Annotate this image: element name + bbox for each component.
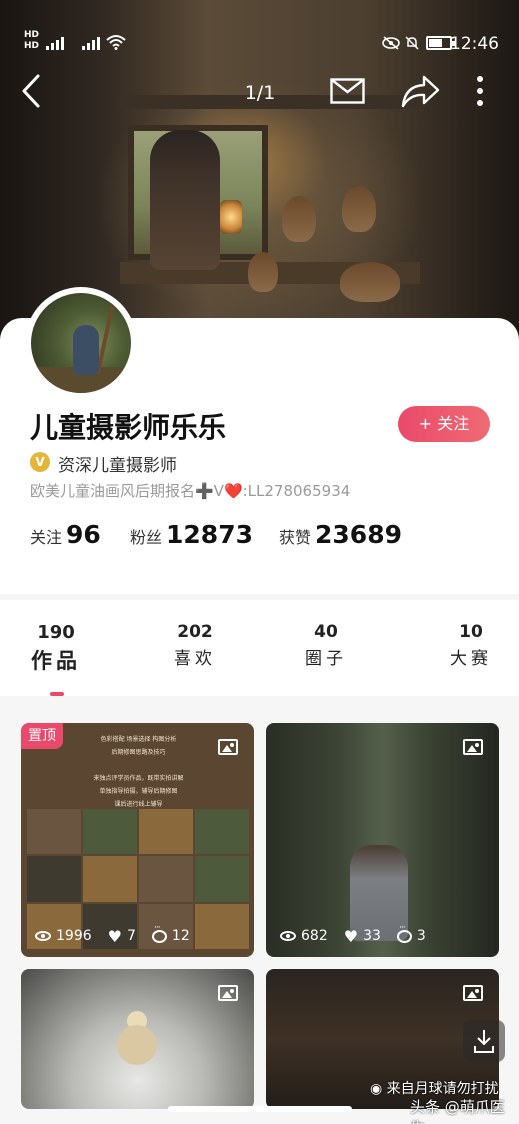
heart-icon: ♥ <box>107 926 122 946</box>
stat-likes[interactable]: 获赞 23689 <box>279 520 402 549</box>
caption-line: 色彩搭配 场景选择 构图分析 <box>100 736 177 743</box>
profile-stats: 关注 96 粉丝 12873 获赞 23689 <box>30 520 500 556</box>
image-type-icon <box>463 985 483 1001</box>
home-indicator[interactable] <box>168 1106 352 1112</box>
battery-icon <box>426 36 455 50</box>
tab-count: 190 <box>37 622 75 643</box>
stat-label: 粉丝 <box>130 528 163 547</box>
views-eye-icon <box>35 931 51 941</box>
signal-icon <box>46 34 64 50</box>
weibo-logo-icon: ◉ <box>370 1081 383 1097</box>
mute-bell-icon <box>405 36 419 50</box>
image-type-icon <box>218 985 238 1001</box>
like-count: 7 <box>126 928 136 944</box>
cover-girl-figure <box>150 130 220 270</box>
tab-label: 喜欢 <box>174 649 216 669</box>
cover-lantern <box>220 200 242 234</box>
views-eye-icon <box>280 931 296 941</box>
stat-followers[interactable]: 粉丝 12873 <box>130 520 253 549</box>
active-tab-indicator <box>50 692 64 696</box>
tab-count: 202 <box>177 622 213 642</box>
top-nav: 1/1 <box>0 66 519 116</box>
image-counter: 1/1 <box>244 82 276 104</box>
cover-hen <box>248 252 278 292</box>
watermark-weibo: ◉ 来自月球请勿打扰 <box>370 1078 499 1098</box>
status-time: 12:46 <box>450 34 499 54</box>
comment-bubble-icon <box>151 923 167 943</box>
like-count: 33 <box>363 928 381 944</box>
back-arrow-icon[interactable] <box>18 72 44 110</box>
stat-following[interactable]: 关注 96 <box>30 520 101 549</box>
verified-title: 资深儿童摄影师 <box>58 456 177 476</box>
tab-circles[interactable]: 40 圈子 <box>286 622 366 669</box>
tab-likes[interactable]: 202 喜欢 <box>155 622 235 669</box>
signal-icon <box>82 34 100 50</box>
cover-hen <box>282 196 316 242</box>
network-type-label: HD HD <box>24 30 40 51</box>
tab-label: 作品 <box>31 649 81 673</box>
more-options-icon[interactable] <box>472 74 488 108</box>
stat-value: 23689 <box>315 520 402 549</box>
comment-count: 12 <box>171 928 190 944</box>
stat-value: 12873 <box>166 520 253 549</box>
tab-label: 大赛 <box>450 649 492 669</box>
caption-line: 来独点评学员作品，既带实拍讲解 <box>93 775 184 782</box>
cover-hen <box>340 262 400 302</box>
post-meta: 682 ♥33 3 <box>280 923 426 947</box>
post-knit-hat <box>117 1025 157 1065</box>
tab-contests[interactable]: 10 大赛 <box>431 622 511 669</box>
profile-tabs: 190 作品 202 喜欢 40 圈子 10 大赛 <box>0 600 519 696</box>
stat-label: 获赞 <box>279 528 312 547</box>
tab-label: 圈子 <box>305 649 347 669</box>
download-icon <box>474 1030 494 1053</box>
caption-line: 单独指导拍摄，辅导后期修图 <box>99 788 178 795</box>
tab-count: 10 <box>459 622 483 642</box>
profile-screen: HD HD 12:46 1/1 儿童摄影师乐乐 + 关注 V 资深儿童摄影师 欧… <box>0 0 519 1124</box>
wifi-icon <box>106 35 126 50</box>
caption-line: 后期修图思路及技巧 <box>111 749 166 756</box>
avatar[interactable] <box>31 293 131 393</box>
profile-bio: 欧美儿童油画风后期报名➕V❤️:LL278065934 <box>30 482 351 500</box>
caption-line <box>51 759 226 772</box>
post-tile[interactable]: 682 ♥33 3 <box>266 723 499 957</box>
avatar-child-figure <box>73 325 99 375</box>
cover-hen <box>342 186 376 232</box>
follow-button[interactable]: + 关注 <box>398 406 490 442</box>
post-tile[interactable] <box>21 969 254 1109</box>
image-type-icon <box>463 739 483 755</box>
stat-value: 96 <box>66 520 101 549</box>
comment-bubble-icon <box>396 923 412 943</box>
eye-comfort-icon <box>382 36 400 50</box>
download-button[interactable] <box>463 1020 505 1062</box>
view-count: 682 <box>301 928 328 944</box>
tab-works[interactable]: 190 作品 <box>16 622 96 675</box>
share-arrow-icon[interactable] <box>400 74 440 108</box>
status-bar: HD HD 12:46 <box>0 22 519 66</box>
watermark-toutiao: 头条 @萌爪医生 <box>410 1098 505 1124</box>
message-envelope-icon[interactable] <box>330 78 365 104</box>
comment-count: 3 <box>416 928 426 944</box>
watermark-text: 来自月球请勿打扰 <box>386 1081 499 1097</box>
post-caption: 色彩搭配 场景选择 构图分析 后期修图思路及技巧 来独点评学员作品，既带实拍讲解… <box>51 733 226 811</box>
post-tile[interactable]: 置顶 色彩搭配 场景选择 构图分析 后期修图思路及技巧 来独点评学员作品，既带实… <box>21 723 254 957</box>
post-meta: 1996 ♥7 12 <box>35 923 190 947</box>
posts-grid: 置顶 色彩搭配 场景选择 构图分析 后期修图思路及技巧 来独点评学员作品，既带实… <box>0 704 519 1124</box>
stat-label: 关注 <box>30 528 63 547</box>
heart-icon: ♥ <box>343 926 359 946</box>
tab-count: 40 <box>314 622 338 642</box>
profile-name: 儿童摄影师乐乐 <box>30 411 227 444</box>
view-count: 1996 <box>56 928 92 944</box>
verified-badge-icon: V <box>30 452 50 472</box>
